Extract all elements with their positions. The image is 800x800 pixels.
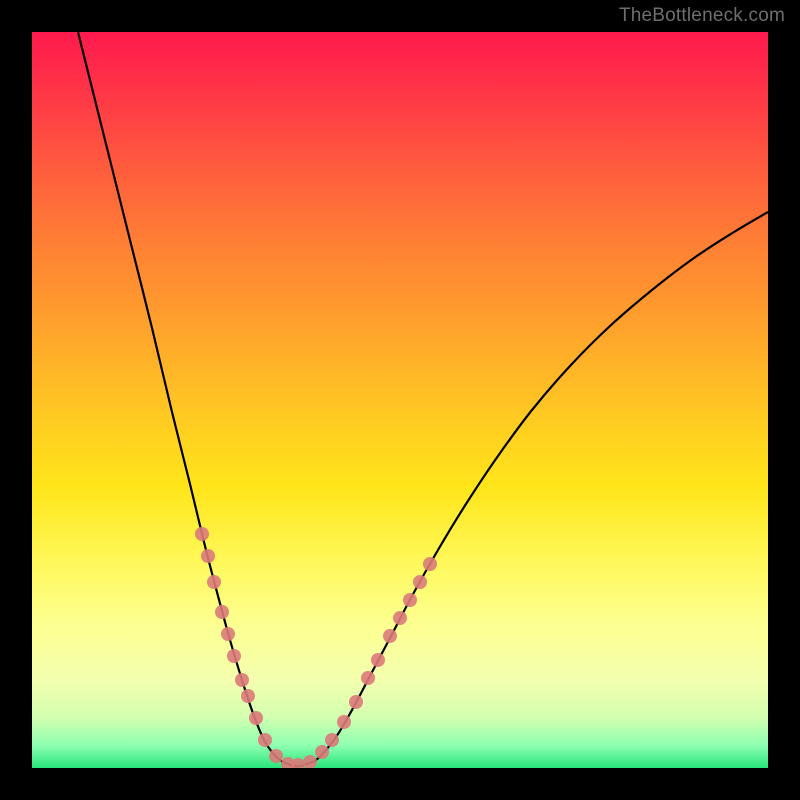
curve-marker <box>361 671 375 685</box>
curve-marker <box>337 715 351 729</box>
plot-svg <box>32 32 768 768</box>
curve-marker <box>258 733 272 747</box>
curve-marker <box>303 755 317 768</box>
curve-marker <box>393 611 407 625</box>
curve-marker <box>269 749 283 763</box>
curve-marker <box>215 605 229 619</box>
curve-marker <box>221 627 235 641</box>
curve-marker <box>249 711 263 725</box>
watermark-text: TheBottleneck.com <box>619 5 785 27</box>
curve-marker <box>235 673 249 687</box>
curve-marker <box>325 733 339 747</box>
curve-marker <box>241 689 255 703</box>
gradient-plot-area <box>32 32 768 768</box>
curve-marker <box>403 593 417 607</box>
curve-marker <box>201 549 215 563</box>
curve-marker <box>423 557 437 571</box>
curve-marker <box>383 629 397 643</box>
curve-marker <box>413 575 427 589</box>
curve-marker <box>227 649 241 663</box>
curve-marker <box>371 653 385 667</box>
curve-marker <box>195 527 209 541</box>
curve-marker <box>207 575 221 589</box>
curve-marker <box>349 695 363 709</box>
curve-marker <box>315 745 329 759</box>
bottleneck-curve <box>78 32 768 766</box>
